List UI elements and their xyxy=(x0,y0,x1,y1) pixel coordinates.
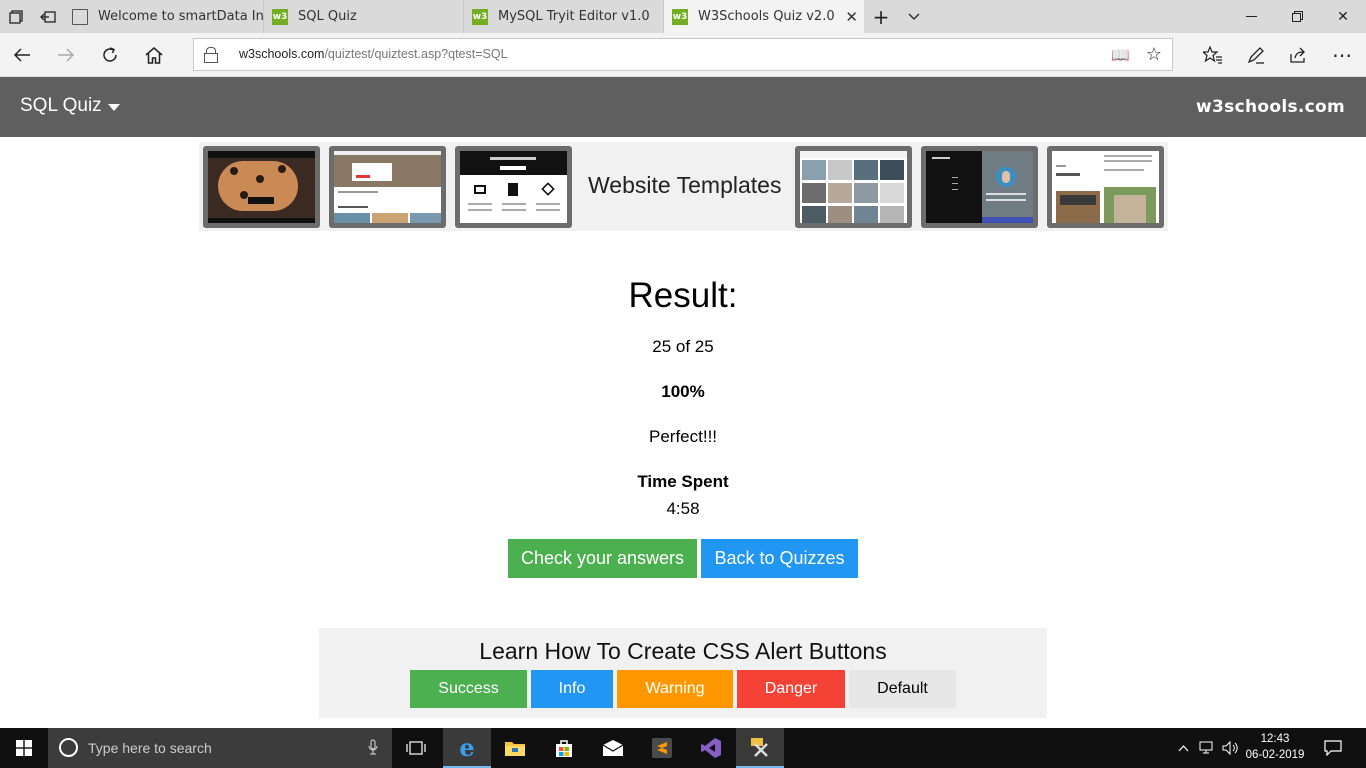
minimize-icon[interactable] xyxy=(1228,0,1274,33)
caret-down-icon xyxy=(107,103,120,111)
success-button[interactable]: Success xyxy=(410,670,527,708)
site-top-bar: SQL Quiz w3schools.com xyxy=(0,77,1366,137)
score-text: 25 of 25 xyxy=(652,337,714,356)
reading-view-icon[interactable]: 📖 xyxy=(1111,46,1130,64)
close-tab-icon[interactable]: ✕ xyxy=(845,8,858,26)
danger-button[interactable]: Danger xyxy=(737,670,845,708)
share-icon[interactable] xyxy=(1279,39,1319,71)
tab-title: MySQL Tryit Editor v1.0 xyxy=(498,9,650,24)
taskbar-search-box[interactable]: Type here to search xyxy=(48,728,392,768)
favorite-star-icon[interactable]: ☆ xyxy=(1146,44,1162,65)
sublime-text-icon[interactable] xyxy=(638,728,686,768)
check-answers-button[interactable]: Check your answers xyxy=(508,539,697,578)
banner-title: Website Templates xyxy=(588,172,782,198)
site-brand-link[interactable]: w3schools.com xyxy=(1196,97,1345,117)
action-center-icon[interactable] xyxy=(1318,728,1348,768)
edge-browser-icon[interactable]: e xyxy=(443,728,491,768)
website-templates-banner[interactable]: Website Templates xyxy=(199,142,1168,231)
tab-sql-quiz[interactable]: w3 SQL Quiz xyxy=(264,0,464,33)
home-icon[interactable] xyxy=(136,39,172,71)
template-thumbnail-w3css[interactable] xyxy=(455,146,572,228)
browser-tab-strip: Welcome to smartData Inte w3 SQL Quiz w3… xyxy=(0,0,1366,33)
mail-icon[interactable] xyxy=(589,728,637,768)
chevron-down-icon[interactable] xyxy=(898,0,930,33)
favorites-hub-icon[interactable] xyxy=(1193,39,1233,71)
windows-taskbar: Type here to search e 12:43 06-02-2019 xyxy=(0,728,1366,768)
tab-smartdata[interactable]: Welcome to smartData Inte xyxy=(64,0,264,33)
template-thumbnail-gallery[interactable] xyxy=(795,146,912,228)
warning-button[interactable]: Warning xyxy=(617,670,733,708)
back-arrow-icon[interactable] xyxy=(4,39,40,71)
score-percent: 100% xyxy=(661,382,705,401)
result-comment: Perfect!!! xyxy=(648,427,718,446)
browser-toolbar: w3schools.com/quiztest/quiztest.asp?qtes… xyxy=(0,33,1366,77)
network-icon[interactable] xyxy=(1196,728,1218,768)
quiz-menu-label: SQL Quiz xyxy=(20,95,102,116)
new-tab-icon[interactable]: + xyxy=(864,0,898,33)
tab-w3schools-quiz[interactable]: w3 W3Schools Quiz v2.0 ✕ xyxy=(664,0,864,33)
template-thumbnail-blog[interactable] xyxy=(329,146,446,228)
w3-icon: w3 xyxy=(272,8,288,25)
taskbar-clock[interactable]: 12:43 06-02-2019 xyxy=(1240,731,1310,763)
tab-title: Welcome to smartData Inte xyxy=(98,9,264,24)
tab-manager-icon[interactable] xyxy=(0,0,32,33)
css-alert-buttons-ad[interactable]: Learn How To Create CSS Alert Buttons Su… xyxy=(319,628,1047,718)
show-hidden-icons-chevron-icon[interactable] xyxy=(1174,728,1192,768)
result-heading: Result: xyxy=(628,276,738,315)
clock-time: 12:43 xyxy=(1260,733,1290,745)
time-spent-label: Time Spent xyxy=(637,472,729,491)
search-placeholder: Type here to search xyxy=(88,740,212,756)
more-options-icon[interactable]: ⋯ xyxy=(1322,39,1362,71)
w3-icon: w3 xyxy=(672,8,688,25)
url-text: w3schools.com/quiztest/quiztest.asp?qtes… xyxy=(239,47,508,61)
tab-title: W3Schools Quiz v2.0 xyxy=(698,9,835,24)
lock-icon xyxy=(204,47,218,63)
task-view-icon[interactable] xyxy=(392,728,440,768)
refresh-icon[interactable] xyxy=(92,39,128,71)
template-thumbnail-portfolio[interactable] xyxy=(921,146,1038,228)
info-button[interactable]: Info xyxy=(531,670,613,708)
back-to-quizzes-button[interactable]: Back to Quizzes xyxy=(701,539,858,578)
alert-ad-title: Learn How To Create CSS Alert Buttons xyxy=(479,638,887,664)
store-icon[interactable] xyxy=(540,728,588,768)
developer-tools-icon[interactable] xyxy=(736,728,784,768)
microphone-icon[interactable] xyxy=(368,739,378,759)
quiz-dropdown-menu[interactable]: SQL Quiz xyxy=(20,95,120,117)
time-spent-value: 4:58 xyxy=(666,499,700,518)
volume-icon[interactable] xyxy=(1220,728,1242,768)
restore-icon[interactable] xyxy=(1274,0,1320,33)
close-window-icon[interactable]: ✕ xyxy=(1320,0,1366,33)
default-button[interactable]: Default xyxy=(849,670,956,708)
cortana-icon xyxy=(59,738,78,757)
tab-title: SQL Quiz xyxy=(298,9,357,24)
file-explorer-icon[interactable] xyxy=(491,728,539,768)
visual-studio-icon[interactable] xyxy=(687,728,735,768)
address-bar[interactable]: w3schools.com/quiztest/quiztest.asp?qtes… xyxy=(193,38,1173,71)
windows-start-icon[interactable] xyxy=(0,728,48,768)
web-notes-icon[interactable] xyxy=(1236,39,1276,71)
template-thumbnail-pizza[interactable] xyxy=(203,146,320,228)
forward-arrow-icon[interactable] xyxy=(48,39,84,71)
w3-icon: w3 xyxy=(472,8,488,25)
clock-date: 06-02-2019 xyxy=(1245,749,1305,761)
set-tabs-aside-icon[interactable] xyxy=(32,0,64,33)
tab-mysql-tryit[interactable]: w3 MySQL Tryit Editor v1.0 xyxy=(464,0,664,33)
template-thumbnail-architecture[interactable] xyxy=(1047,146,1164,228)
page-icon xyxy=(72,8,88,25)
